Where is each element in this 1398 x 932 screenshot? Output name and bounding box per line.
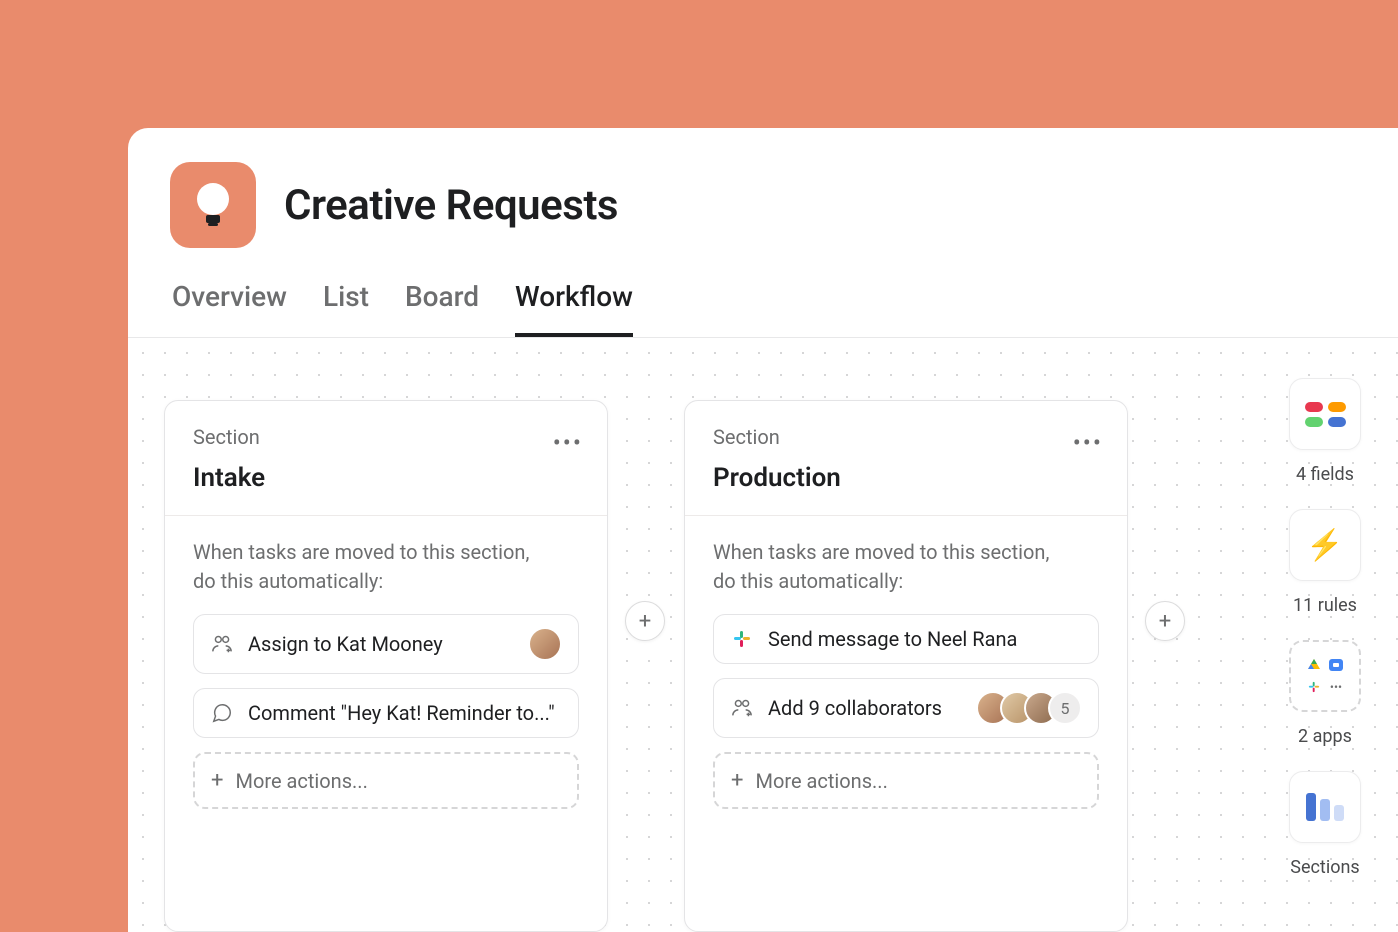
project-title: Creative Requests	[284, 181, 618, 230]
avatar-stack: 5	[976, 691, 1082, 725]
rule-collab-text: Add 9 collaborators	[768, 696, 962, 720]
plus-icon: +	[731, 768, 743, 793]
plus-icon: +	[211, 768, 223, 793]
fields-label: 4 fields	[1296, 464, 1354, 485]
rule-send-message[interactable]: Send message to Neel Rana	[713, 614, 1099, 664]
section-description: When tasks are moved to this section, do…	[713, 538, 1099, 596]
tab-workflow[interactable]: Workflow	[515, 280, 633, 337]
tabs: Overview List Board Workflow	[170, 280, 1356, 337]
rule-comment-text: Comment "Hey Kat! Reminder to..."	[248, 701, 562, 725]
tab-board[interactable]: Board	[405, 280, 479, 337]
apps-tile[interactable]: •••	[1289, 640, 1361, 712]
desc-line-2: do this automatically:	[193, 569, 383, 593]
collaborators-icon	[730, 696, 754, 720]
rules-tile[interactable]: ⚡	[1289, 509, 1361, 581]
lightbulb-icon	[193, 181, 233, 229]
avatar	[528, 627, 562, 661]
rule-assign-text: Assign to Kat Mooney	[248, 632, 514, 656]
section-label: Section	[713, 425, 1099, 449]
desc-line-1: When tasks are moved to this section,	[713, 540, 1049, 564]
fields-tile[interactable]	[1289, 378, 1361, 450]
rule-assign[interactable]: Assign to Kat Mooney	[193, 614, 579, 674]
title-row: Creative Requests	[170, 162, 1356, 248]
section-header: Section Intake	[165, 401, 607, 516]
more-actions-button[interactable]: + More actions...	[713, 752, 1099, 809]
section-more-button[interactable]: •••	[553, 431, 583, 455]
app-window: Creative Requests Overview List Board Wo…	[128, 128, 1398, 932]
section-title: Intake	[193, 463, 579, 493]
project-header: Creative Requests Overview List Board Wo…	[128, 128, 1398, 337]
more-actions-label: More actions...	[235, 769, 367, 793]
section-label: Section	[193, 425, 579, 449]
rule-add-collaborators[interactable]: Add 9 collaborators 5	[713, 678, 1099, 738]
add-connector-button[interactable]: +	[1145, 601, 1185, 641]
apps-icon: •••	[1305, 656, 1345, 696]
fields-icon	[1305, 402, 1346, 427]
workflow-sidebar: 4 fields ⚡ 11 rules ••• 2 apps Sections	[1282, 378, 1368, 888]
sections-tile[interactable]	[1289, 771, 1361, 843]
rules-label: 11 rules	[1293, 595, 1357, 616]
section-body: When tasks are moved to this section, do…	[685, 516, 1127, 837]
rule-comment[interactable]: Comment "Hey Kat! Reminder to..."	[193, 688, 579, 738]
add-connector-button[interactable]: +	[625, 601, 665, 641]
desc-line-1: When tasks are moved to this section,	[193, 540, 529, 564]
tab-overview[interactable]: Overview	[172, 280, 287, 337]
apps-label: 2 apps	[1298, 726, 1352, 747]
section-more-button[interactable]: •••	[1073, 431, 1103, 455]
assign-icon	[210, 632, 234, 656]
bolt-icon: ⚡	[1306, 528, 1343, 563]
avatar-more-count: 5	[1048, 691, 1082, 725]
desc-line-2: do this automatically:	[713, 569, 903, 593]
section-header: Section Production	[685, 401, 1127, 516]
section-body: When tasks are moved to this section, do…	[165, 516, 607, 837]
comment-icon	[210, 701, 234, 725]
section-description: When tasks are moved to this section, do…	[193, 538, 579, 596]
section-card-production: ••• Section Production When tasks are mo…	[684, 400, 1128, 932]
more-actions-label: More actions...	[755, 769, 887, 793]
rule-message-text: Send message to Neel Rana	[768, 627, 1082, 651]
section-title: Production	[713, 463, 1099, 493]
sections-icon	[1306, 793, 1344, 821]
slack-icon	[730, 627, 754, 651]
project-icon	[170, 162, 256, 248]
more-actions-button[interactable]: + More actions...	[193, 752, 579, 809]
tab-list[interactable]: List	[323, 280, 369, 337]
section-card-intake: ••• Section Intake When tasks are moved …	[164, 400, 608, 932]
sections-label: Sections	[1290, 857, 1359, 878]
workflow-canvas: ••• Section Intake When tasks are moved …	[128, 337, 1398, 932]
